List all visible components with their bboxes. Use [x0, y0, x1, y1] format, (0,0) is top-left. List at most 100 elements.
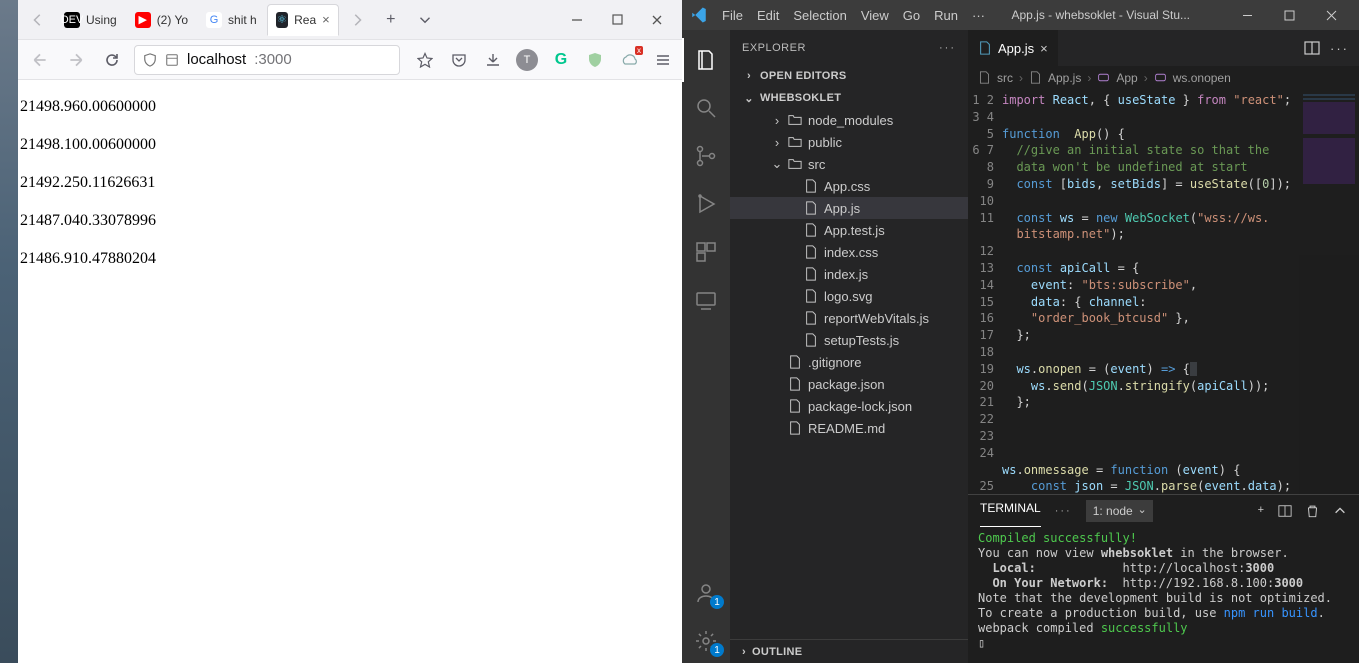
terminal-more-icon[interactable]: ··· — [1055, 505, 1072, 517]
file-App-css[interactable]: App.css — [730, 175, 968, 197]
activity-search[interactable] — [682, 86, 730, 130]
line-numbers: 1 2 3 4 5 6 7 8 9 10 11 12 13 14 15 16 1… — [968, 90, 1002, 494]
tab-history-fwd[interactable] — [341, 4, 373, 36]
file-icon — [804, 289, 820, 303]
browser-tab[interactable]: ⚛Rea× — [267, 4, 339, 36]
editor-tab-close[interactable]: × — [1040, 41, 1048, 56]
file-setupTests-js[interactable]: setupTests.js — [730, 329, 968, 351]
breadcrumb-item[interactable]: ws.onopen — [1173, 71, 1231, 85]
ext-cloud-icon[interactable]: x — [618, 49, 640, 71]
menu-view[interactable]: View — [861, 8, 889, 23]
breadcrumb-icon — [1097, 71, 1110, 84]
explorer-title: EXPLORER — [742, 42, 806, 54]
file-reportWebVitals-js[interactable]: reportWebVitals.js — [730, 307, 968, 329]
terminal-tab[interactable]: TERMINAL — [980, 495, 1041, 527]
file-package-lock-json[interactable]: package-lock.json — [730, 395, 968, 417]
menu-run[interactable]: Run — [934, 8, 958, 23]
terminal-dropdown[interactable]: 1: node — [1086, 500, 1153, 522]
file-index-js[interactable]: index.js — [730, 263, 968, 285]
file-README-md[interactable]: README.md — [730, 417, 968, 439]
nav-forward[interactable] — [62, 46, 90, 74]
folder-icon — [788, 157, 804, 171]
file-index-css[interactable]: index.css — [730, 241, 968, 263]
nav-back[interactable] — [26, 46, 54, 74]
new-tab-button[interactable]: + — [375, 4, 407, 36]
page-info-icon — [165, 53, 179, 67]
file-App-js[interactable]: App.js — [730, 197, 968, 219]
menu-file[interactable]: File — [722, 8, 743, 23]
breadcrumb-item[interactable]: src — [997, 71, 1013, 85]
explorer-more-icon[interactable]: ··· — [939, 42, 956, 54]
activity-settings[interactable]: 1 — [682, 619, 730, 663]
activity-debug[interactable] — [682, 182, 730, 226]
desktop-wallpaper-strip — [0, 0, 18, 663]
file-icon — [804, 245, 820, 259]
vscode-maximize[interactable] — [1271, 1, 1309, 29]
vscode-minimize[interactable] — [1229, 1, 1267, 29]
terminal-trash-icon[interactable] — [1306, 504, 1319, 518]
file-icon — [804, 333, 820, 347]
menu-···[interactable]: ··· — [972, 8, 985, 23]
overflow-menu-icon[interactable] — [652, 49, 674, 71]
folder-src[interactable]: ⌄src — [730, 153, 968, 175]
tab-history-back[interactable] — [22, 4, 54, 36]
nav-reload[interactable] — [98, 46, 126, 74]
terminal-line: You can now view whebsoklet in the brows… — [978, 546, 1349, 561]
browser-tab[interactable]: Gshit h — [198, 4, 265, 36]
ext-t-icon[interactable]: T — [516, 49, 538, 71]
browser-tab[interactable]: ▶(2) Yo — [127, 4, 196, 36]
ext-g-icon[interactable]: G — [550, 49, 572, 71]
url-bar[interactable]: localhost:3000 — [134, 45, 400, 75]
code-editor[interactable]: import React, { useState } from "react";… — [1002, 90, 1299, 494]
file-icon — [804, 201, 820, 215]
activity-accounts[interactable]: 1 — [682, 571, 730, 615]
file-App-test-js[interactable]: App.test.js — [730, 219, 968, 241]
page-line: 21486.910.47880204 — [20, 250, 682, 268]
activity-scm[interactable] — [682, 134, 730, 178]
file-icon — [788, 421, 804, 435]
ext-shield-icon[interactable] — [584, 49, 606, 71]
browser-toolbar: localhost:3000 T G x — [18, 40, 682, 80]
file-package-json[interactable]: package.json — [730, 373, 968, 395]
editor-tab-label: App.js — [998, 41, 1034, 56]
section-open-editors[interactable]: ›OPEN EDITORS — [730, 65, 968, 87]
vscode-close[interactable] — [1313, 1, 1351, 29]
page-line: 21487.040.33078996 — [20, 212, 682, 230]
downloads-icon[interactable] — [482, 49, 504, 71]
terminal-split-icon[interactable] — [1278, 504, 1292, 518]
folder-node_modules[interactable]: ›node_modules — [730, 109, 968, 131]
terminal-chevron-icon[interactable] — [1333, 504, 1347, 518]
split-editor-icon[interactable] — [1304, 40, 1320, 56]
breadcrumbs[interactable]: src›App.js›App›ws.onopen — [968, 66, 1359, 90]
tab-close-icon[interactable]: × — [322, 12, 330, 27]
terminal-output[interactable]: Compiled successfully!You can now view w… — [968, 527, 1359, 663]
browser-tab[interactable]: DEVUsing — [56, 4, 125, 36]
browser-maximize[interactable] — [602, 8, 632, 32]
activity-remote[interactable] — [682, 278, 730, 322]
browser-minimize[interactable] — [562, 8, 592, 32]
file-logo-svg[interactable]: logo.svg — [730, 285, 968, 307]
menu-edit[interactable]: Edit — [757, 8, 779, 23]
menu-selection[interactable]: Selection — [793, 8, 846, 23]
section-outline[interactable]: ›OUTLINE — [730, 639, 968, 663]
browser-close[interactable] — [642, 8, 672, 32]
activity-extensions[interactable] — [682, 230, 730, 274]
editor-more-icon[interactable]: ··· — [1330, 41, 1349, 56]
pocket-icon[interactable] — [448, 49, 470, 71]
terminal-panel: TERMINAL ··· 1: node ⌄ + Compiled succes… — [968, 494, 1359, 663]
terminal-new-icon[interactable]: + — [1258, 504, 1264, 518]
file--gitignore[interactable]: .gitignore — [730, 351, 968, 373]
section-project[interactable]: ⌄WHEBSOKLET — [730, 87, 968, 109]
tab-dropdown[interactable] — [409, 4, 441, 36]
browser-page-content: 21498.960.0060000021498.100.006000002149… — [18, 80, 682, 663]
menu-go[interactable]: Go — [903, 8, 920, 23]
breadcrumb-item[interactable]: App — [1116, 71, 1137, 85]
minimap[interactable] — [1299, 90, 1359, 494]
page-line: 21498.960.00600000 — [20, 98, 682, 116]
browser-tabbar: DEVUsing▶(2) YoGshit h⚛Rea× + — [18, 0, 682, 40]
folder-public[interactable]: ›public — [730, 131, 968, 153]
editor-tab-appjs[interactable]: App.js × — [968, 30, 1059, 66]
bookmark-star-icon[interactable] — [414, 49, 436, 71]
breadcrumb-item[interactable]: App.js — [1048, 71, 1081, 85]
activity-explorer[interactable] — [682, 38, 730, 82]
